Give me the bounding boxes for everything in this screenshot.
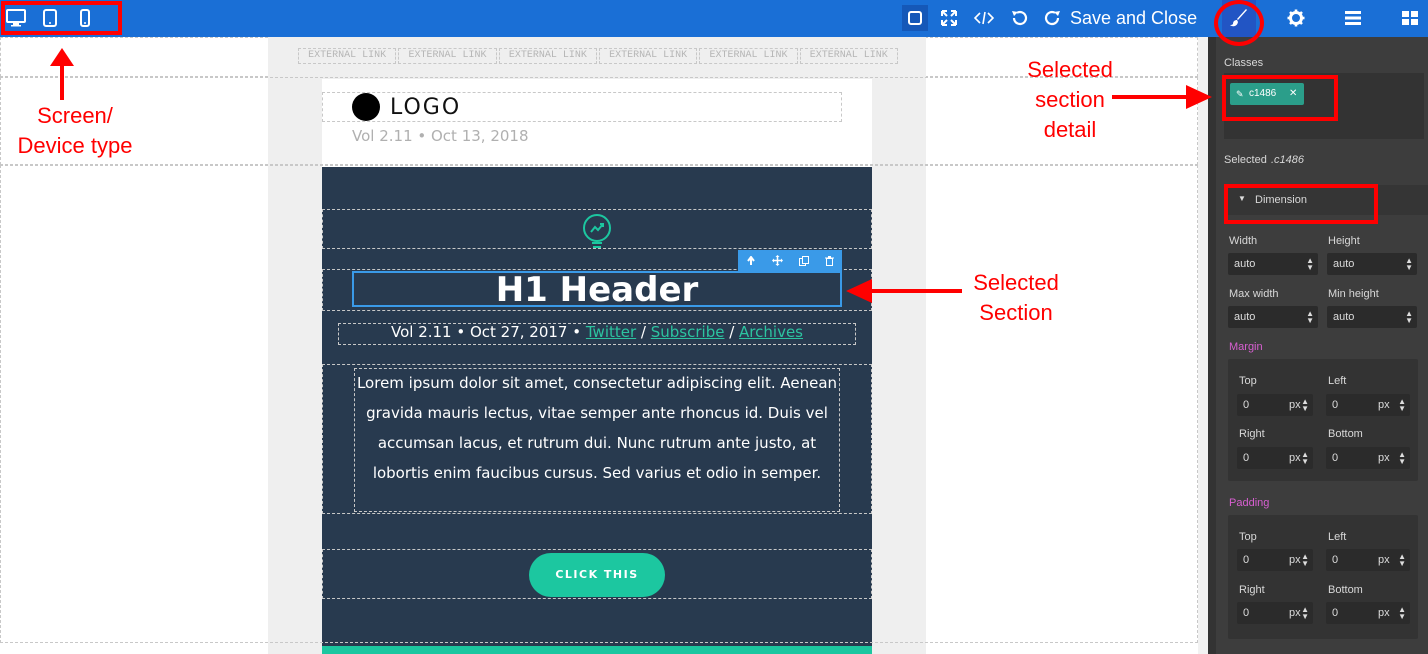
annotation-arrows <box>50 48 1212 303</box>
selected-section-annotation: Selected Section <box>973 270 1059 325</box>
device-type-annotation: Screen/ Device type <box>17 103 133 158</box>
section-detail-annotation: Selected section detail <box>1027 57 1113 142</box>
